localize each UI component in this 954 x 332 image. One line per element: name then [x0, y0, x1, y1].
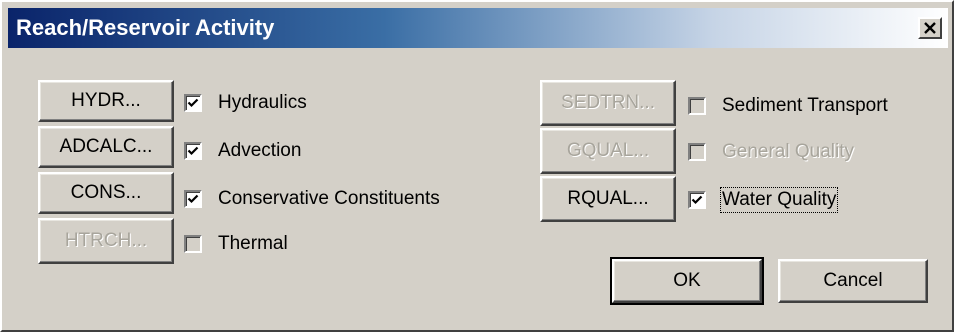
- checkbox-label: General Quality: [722, 141, 855, 162]
- checkbox-box[interactable]: [688, 143, 706, 161]
- checkbox-box[interactable]: [688, 97, 706, 115]
- sediment-transport-checkbox[interactable]: Sediment Transport: [688, 95, 888, 117]
- sedtrn-button[interactable]: SEDTRN...: [540, 80, 676, 126]
- checkbox-box[interactable]: [688, 191, 706, 209]
- checkbox-box[interactable]: [184, 94, 202, 112]
- checkmark-icon: [187, 194, 199, 204]
- close-icon: [924, 22, 936, 34]
- hydr-button[interactable]: HYDR...: [38, 80, 174, 122]
- cancel-button[interactable]: Cancel: [778, 259, 928, 303]
- advection-checkbox[interactable]: Advection: [184, 140, 301, 162]
- conservative-constituents-checkbox[interactable]: Conservative Constituents: [184, 188, 440, 210]
- hydraulics-checkbox[interactable]: Hydraulics: [184, 92, 307, 114]
- reach-reservoir-activity-dialog: Reach/Reservoir Activity HYDR... ADCALC.…: [0, 0, 954, 332]
- checkbox-box[interactable]: [184, 235, 202, 253]
- checkmark-icon: [691, 195, 703, 205]
- checkbox-label: Advection: [218, 140, 302, 161]
- checkbox-box[interactable]: [184, 142, 202, 160]
- thermal-checkbox[interactable]: Thermal: [184, 233, 288, 255]
- htrch-button[interactable]: HTRCH...: [38, 218, 174, 264]
- checkmark-icon: [187, 98, 199, 108]
- rqual-button[interactable]: RQUAL...: [540, 176, 676, 222]
- water-quality-checkbox[interactable]: Water Quality: [688, 187, 839, 213]
- window-title: Reach/Reservoir Activity: [16, 15, 275, 40]
- adcalc-button[interactable]: ADCALC...: [38, 126, 174, 168]
- close-button[interactable]: [918, 17, 942, 39]
- checkbox-box[interactable]: [184, 190, 202, 208]
- checkbox-label: Sediment Transport: [722, 95, 888, 116]
- general-quality-checkbox[interactable]: General Quality: [688, 141, 854, 163]
- checkbox-label: Conservative Constituents: [218, 188, 440, 209]
- gqual-button[interactable]: GQUAL...: [540, 128, 676, 174]
- cons-button[interactable]: CONS...: [38, 172, 174, 214]
- checkbox-label: Thermal: [218, 233, 288, 254]
- checkbox-label: Hydraulics: [218, 92, 307, 113]
- title-bar[interactable]: Reach/Reservoir Activity: [8, 8, 948, 48]
- checkbox-label: Water Quality: [719, 187, 839, 213]
- checkmark-icon: [187, 146, 199, 156]
- ok-button[interactable]: OK: [610, 257, 764, 305]
